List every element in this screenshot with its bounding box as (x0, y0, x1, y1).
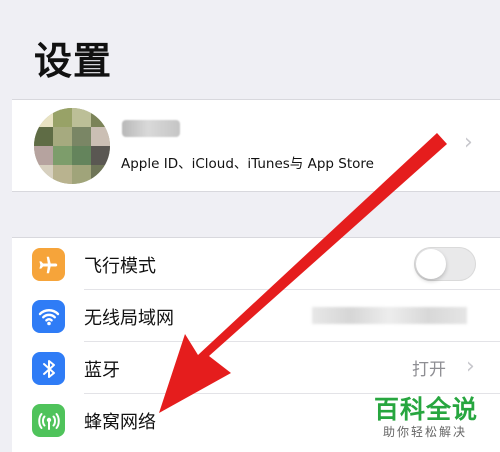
bluetooth-status: 打开 (412, 360, 446, 380)
blurred-wifi-network (312, 307, 467, 324)
page-title: 设置 (34, 39, 113, 83)
avatar (34, 108, 110, 184)
wifi-label: 无线局域网 (84, 308, 174, 329)
airplane-icon (32, 248, 65, 281)
wifi-row[interactable]: 无线局域网 (12, 290, 500, 342)
airplane-mode-row[interactable]: 飞行模式 (12, 238, 500, 290)
bluetooth-icon (32, 352, 65, 385)
toggle-knob (416, 249, 446, 279)
cellular-label: 蜂窝网络 (84, 412, 156, 433)
apple-id-subtitle: Apple ID、iCloud、iTunes与 App Store (121, 156, 374, 172)
airplane-mode-toggle[interactable] (414, 247, 476, 281)
bluetooth-row[interactable]: 蓝牙 打开 › (12, 342, 500, 394)
profile-chevron-icon: › (464, 130, 473, 155)
watermark-title: 百科全说 (374, 395, 479, 424)
cellular-icon (32, 404, 65, 437)
blurred-account-name (122, 120, 180, 137)
wifi-icon (32, 300, 65, 333)
watermark-subtitle: 助你轻松解决 (383, 425, 468, 439)
bluetooth-label: 蓝牙 (84, 360, 120, 381)
bluetooth-chevron-icon: › (466, 354, 475, 379)
profile-card[interactable]: Apple ID、iCloud、iTunes与 App Store › (12, 99, 500, 192)
airplane-mode-label: 飞行模式 (84, 256, 156, 277)
